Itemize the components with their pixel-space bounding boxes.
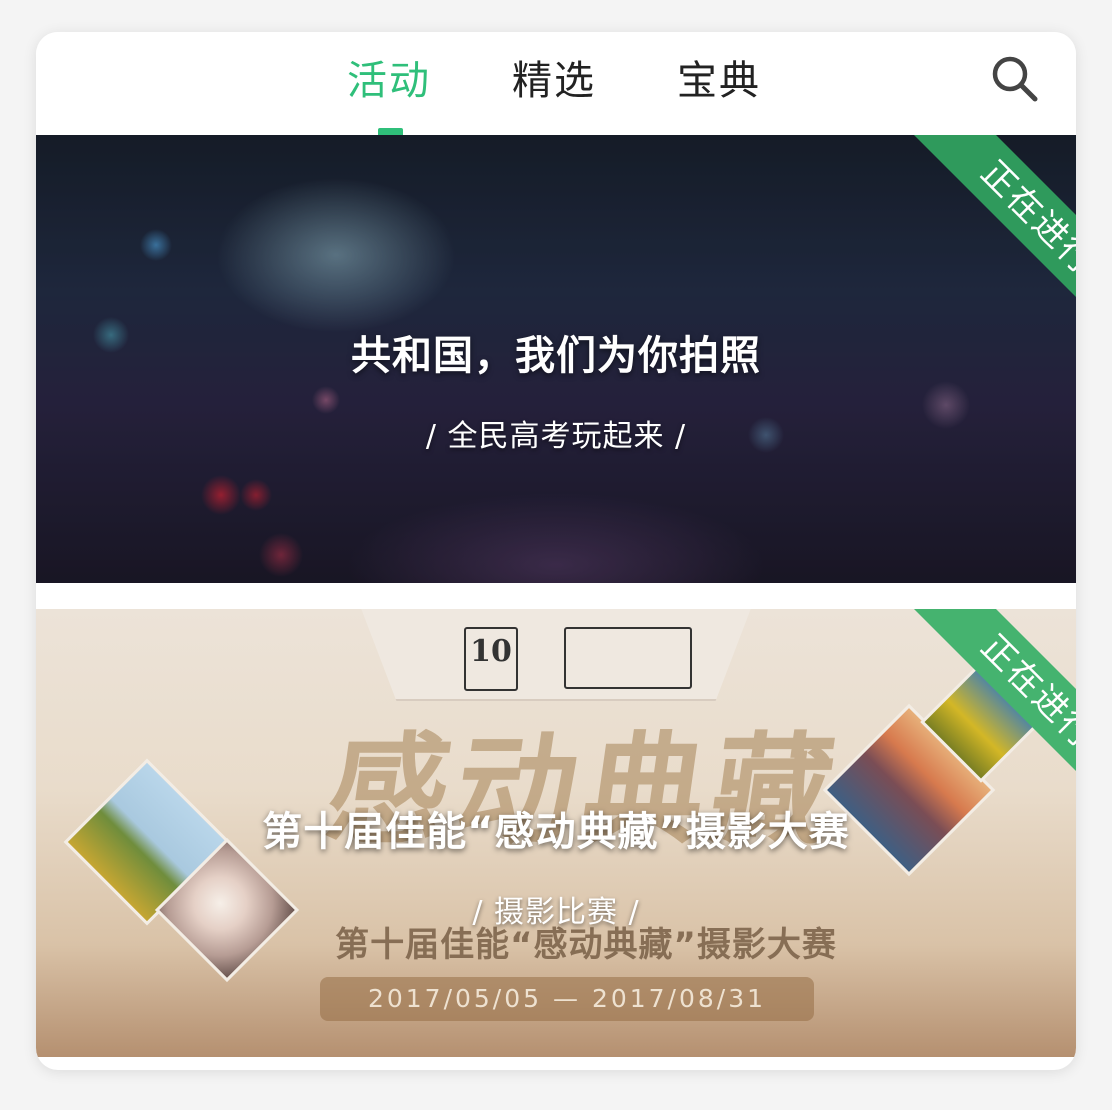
search-icon[interactable] [990, 54, 1040, 104]
canon-photo-album-logo [564, 627, 692, 689]
tab-guide[interactable]: 宝典 [677, 54, 761, 114]
tab-featured[interactable]: 精选 [512, 54, 596, 114]
banner-subtitle: / 摄影比赛 / [472, 895, 640, 930]
poster-top-frame [346, 609, 766, 701]
status-badge: 正在进行 [911, 609, 1076, 809]
poster-date-range: 2017/05/05 — 2017/08/31 [320, 977, 814, 1021]
anniversary-logo: 10 [464, 627, 518, 691]
activity-banner[interactable]: 共和国，我们为你拍照 / 全民高考玩起来 / 正在进行 [36, 135, 1076, 583]
top-tab-bar: 活动 精选 宝典 [36, 32, 1076, 135]
tab-activity[interactable]: 活动 [347, 54, 431, 114]
status-ribbon: 正在进行 [876, 609, 1076, 809]
active-tab-indicator [378, 128, 403, 135]
status-badge: 正在进行 [911, 135, 1076, 335]
banner-subtitle: / 全民高考玩起来 / [425, 419, 687, 454]
status-ribbon: 正在进行 [876, 135, 1076, 335]
activity-banner[interactable]: 10 感动典藏 第十届佳能“感动典藏”摄影大赛 2017/05/05 — 201… [36, 609, 1076, 1057]
activity-card: 活动 精选 宝典 共和国，我们为你拍照 / 全民高考玩起来 / 正在进行 10 … [36, 32, 1076, 1070]
